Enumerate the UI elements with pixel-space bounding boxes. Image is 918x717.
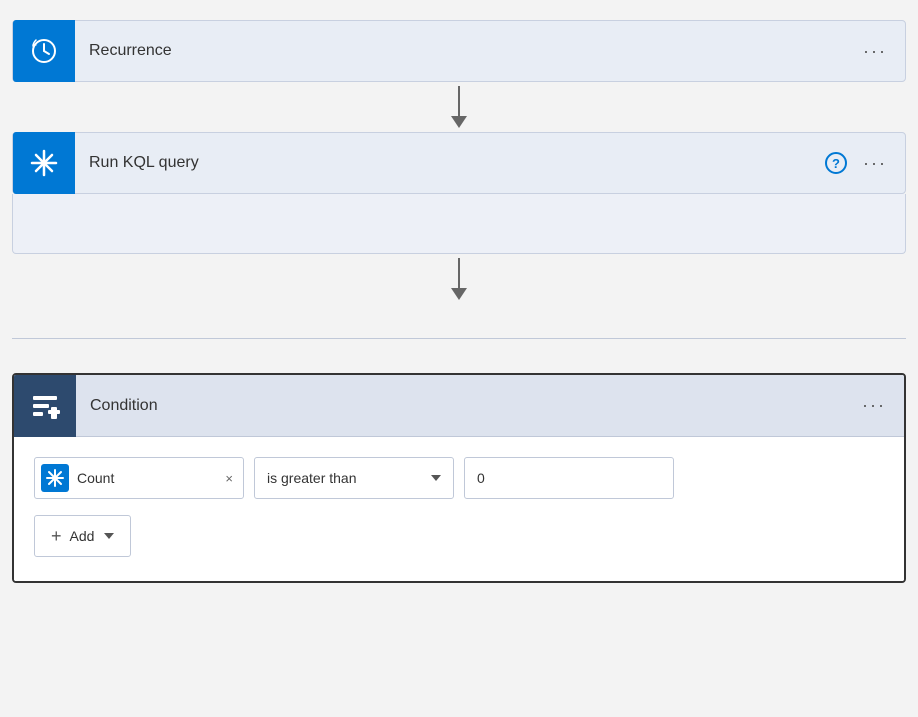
add-button[interactable]: + Add xyxy=(34,515,131,557)
recurrence-label: Recurrence xyxy=(75,42,859,60)
count-pill-text: Count xyxy=(77,470,213,486)
count-pill[interactable]: Count × xyxy=(34,457,244,499)
recurrence-actions: ··· xyxy=(859,37,905,66)
arrow-connector-1 xyxy=(451,82,467,132)
condition-block: Condition ··· Coun xyxy=(12,373,906,583)
run-kql-label: Run KQL query xyxy=(75,154,825,172)
run-kql-query-step: Run KQL query ? ··· xyxy=(12,132,906,194)
operator-text: is greater than xyxy=(267,470,357,486)
workflow-canvas: Recurrence ··· Run KQL query ? ··· xyxy=(0,0,918,603)
kql-help-button[interactable]: ? xyxy=(825,152,847,174)
condition-header: Condition ··· xyxy=(14,375,904,437)
count-kql-icon xyxy=(45,468,65,488)
arrow-line-2 xyxy=(458,258,460,288)
condition-menu-area: ··· xyxy=(858,391,904,420)
count-pill-icon xyxy=(41,464,69,492)
condition-menu-button[interactable]: ··· xyxy=(858,391,890,420)
condition-svg-icon xyxy=(28,389,62,423)
count-pill-close-button[interactable]: × xyxy=(225,471,233,486)
recurrence-step: Recurrence ··· xyxy=(12,20,906,82)
plus-icon: + xyxy=(51,526,62,547)
kql-icon xyxy=(13,132,75,194)
kql-actions: ? ··· xyxy=(825,149,905,178)
arrow-line-1 xyxy=(458,86,460,116)
kql-expanded-area xyxy=(12,194,906,254)
condition-row: Count × is greater than 0 xyxy=(34,457,884,499)
add-chevron-icon xyxy=(104,533,114,539)
arrow-head-2 xyxy=(451,288,467,300)
clock-icon xyxy=(28,35,60,67)
add-button-label: Add xyxy=(70,528,95,544)
arrow-connector-2 xyxy=(451,254,467,304)
value-text: 0 xyxy=(477,470,485,486)
condition-body: Count × is greater than 0 + Add xyxy=(14,437,904,581)
condition-label: Condition xyxy=(76,397,858,415)
divider-1 xyxy=(12,338,906,339)
value-field[interactable]: 0 xyxy=(464,457,674,499)
recurrence-icon xyxy=(13,20,75,82)
operator-chevron-icon xyxy=(431,475,441,481)
recurrence-menu-button[interactable]: ··· xyxy=(859,37,891,66)
arrow-head-1 xyxy=(451,116,467,128)
kql-step-icon xyxy=(28,147,60,179)
kql-menu-button[interactable]: ··· xyxy=(859,149,891,178)
condition-icon xyxy=(14,375,76,437)
operator-dropdown[interactable]: is greater than xyxy=(254,457,454,499)
